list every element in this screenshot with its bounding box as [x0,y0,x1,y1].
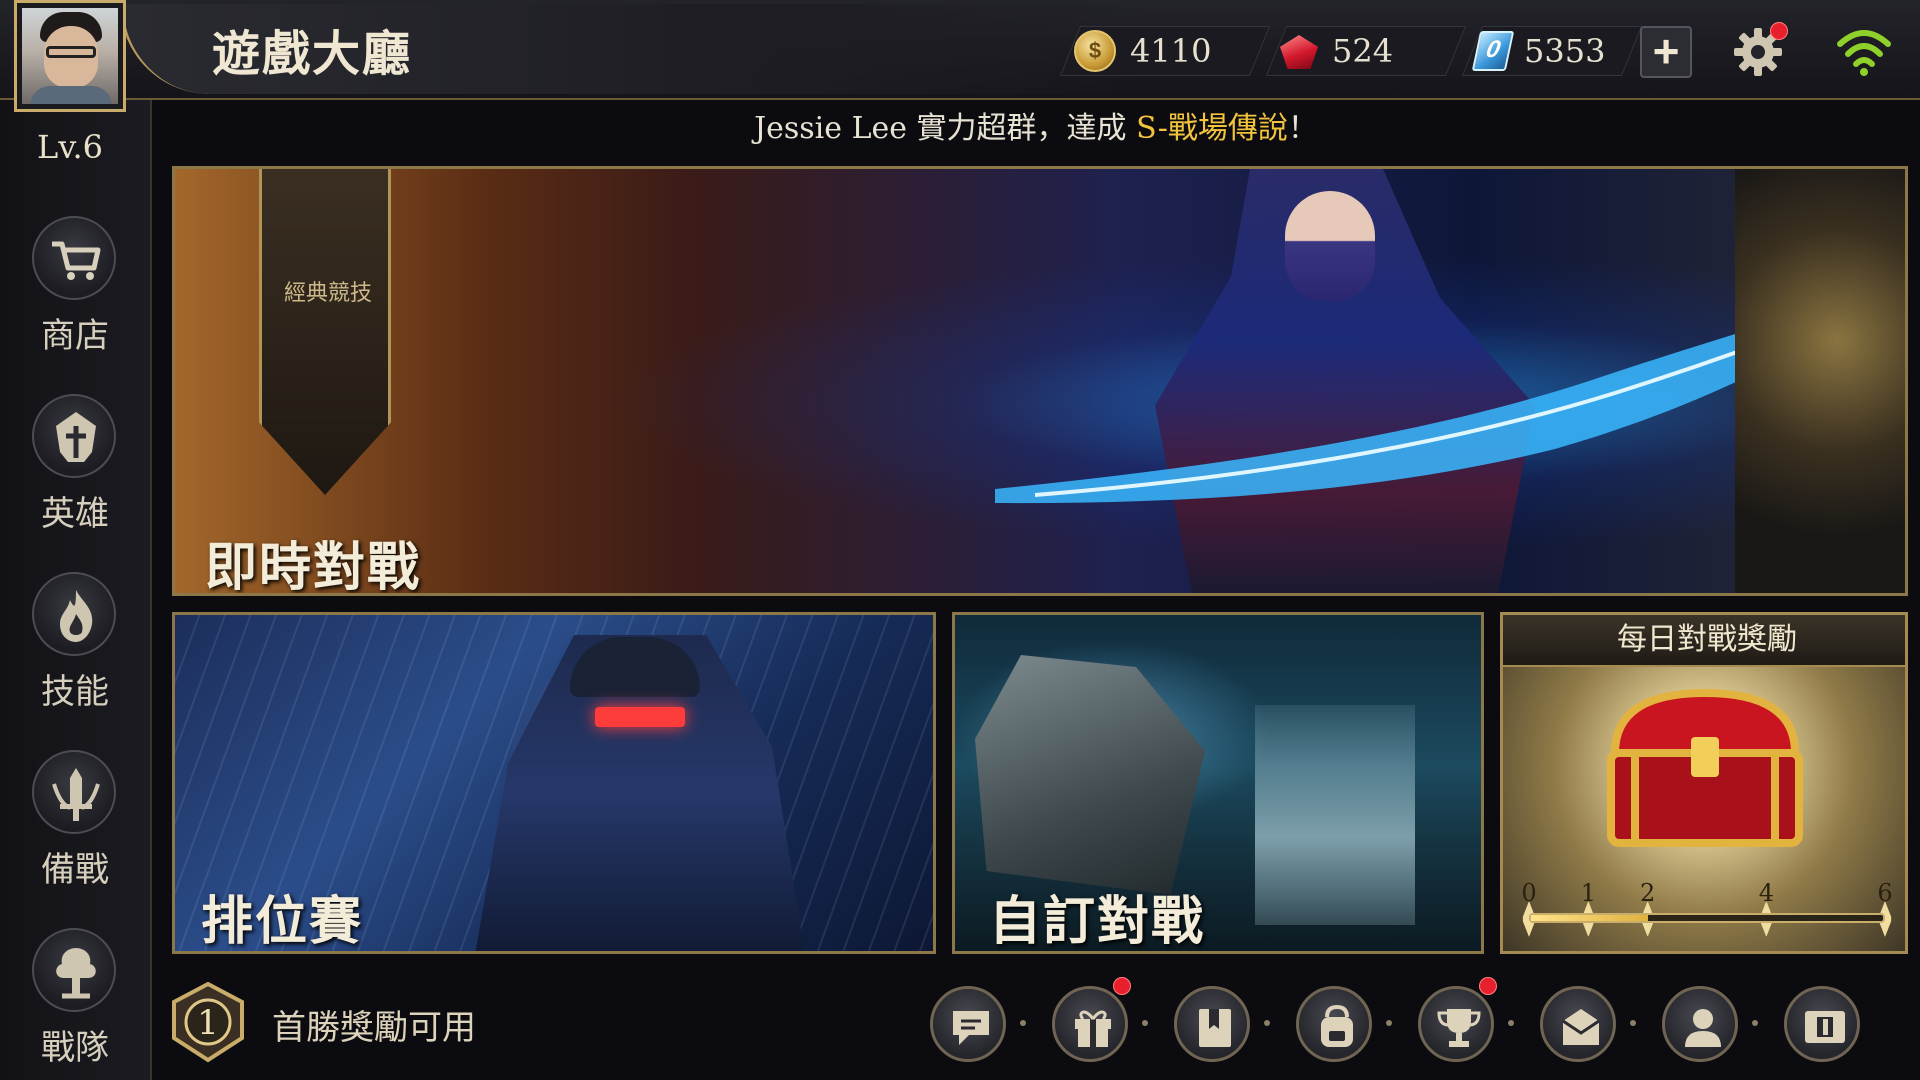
trophy-icon [1437,1009,1481,1047]
hero-art-face [1285,191,1375,301]
announcement-highlight: S-戰場傳說 [1136,111,1288,146]
avatar [22,8,118,104]
team-tree-icon [32,928,116,1012]
daily-reward-progress-fill [1531,915,1649,921]
sidebar-item-label: 戰隊 [41,1028,109,1068]
sidebar-item-team[interactable]: 戰隊 [0,928,150,1078]
custom-match-label: 自訂對戰 [989,892,1206,952]
ruby-counter: 524 [1265,26,1467,76]
gift-icon [1075,1010,1111,1047]
gold-coin-counter: $ 4110 [1059,26,1271,76]
wifi-status [1836,26,1892,78]
coin-icon: $ [1074,30,1116,72]
hero-helmet-icon [32,394,116,478]
first-win-rank-number: 1 [197,1003,219,1043]
sidebar-item-label: 備戰 [41,850,109,890]
codex-button[interactable] [1174,986,1250,1062]
backpack-icon [1321,1004,1353,1047]
sidebar-item-heroes[interactable]: 英雄 [0,394,150,544]
leaderboard-button[interactable] [1784,986,1860,1062]
first-win-badge[interactable]: 1 [166,980,250,1064]
ruby-value: 524 [1332,32,1394,70]
announcement-prefix: Jessie Lee 實力超群，達成 [754,111,1137,146]
mail-button[interactable] [1540,986,1616,1062]
sidebar-item-label: 英雄 [41,494,109,534]
sidebar-item-label: 技能 [41,672,109,712]
sidebar-item-prepare[interactable]: 備戰 [0,750,150,900]
mode-banner: 經典競技 [259,169,391,495]
friends-button[interactable] [1662,986,1738,1062]
realtime-battle-card[interactable]: 經典競技 即時對戰 [172,166,1908,596]
gift-notification-badge [1113,977,1131,995]
sidebar-item-shop[interactable]: 商店 [0,216,150,366]
treasure-chest-icon [1607,688,1803,847]
ranked-match-card[interactable]: 排位賽 [172,612,936,954]
gold-coin-value: 4110 [1130,32,1212,70]
chat-icon [953,1011,989,1045]
add-currency-button[interactable]: + [1640,26,1692,78]
daily-reward-title: 每日對戰獎勵 [1503,615,1905,667]
gift-button[interactable] [1052,977,1131,1062]
custom-match-art [975,655,1205,895]
realtime-battle-label: 即時對戰 [205,538,422,596]
book-icon [1199,1009,1231,1047]
ornament-art [1735,169,1905,593]
skill-flame-icon [32,572,116,656]
settings-button[interactable] [1730,22,1788,80]
voucher-value: 5353 [1524,32,1606,70]
player-avatar-button[interactable] [14,0,126,112]
prepare-sword-icon [32,750,116,834]
first-win-rank-icon: 1 [172,981,244,1063]
mail-icon [1562,1009,1600,1045]
shop-cart-icon [32,216,116,300]
bottom-bar: 1 首勝獎勵可用 [152,968,1920,1080]
custom-match-card[interactable]: 自訂對戰 [952,612,1484,954]
settings-notification-badge [1770,22,1788,40]
achievement-button[interactable] [1418,977,1497,1062]
chat-button[interactable] [930,986,1006,1062]
daily-reward-card[interactable]: 每日對戰獎勵 01246 [1500,612,1908,954]
wifi-icon [1837,30,1891,76]
page-title: 遊戲大廳 [212,26,413,82]
backpack-button[interactable] [1296,986,1372,1062]
ranking-icon [1805,1011,1845,1043]
mode-banner-text: 經典競技 [283,281,372,306]
first-win-text: 首勝獎勵可用 [272,1008,476,1048]
sidebar-item-skills[interactable]: 技能 [0,572,150,722]
player-level: Lv.6 [36,128,104,166]
daily-reward-progress [1529,913,1885,923]
ranked-match-label: 排位賽 [201,892,364,952]
friends-icon [1685,1009,1721,1047]
top-bar: 遊戲大廳 $ 4110 524 0 5353 + [0,0,1920,100]
achievement-notification-badge [1479,977,1497,995]
announcement-ticker: Jessie Lee 實力超群，達成 S-戰場傳說！ [152,104,1920,154]
sidebar: Lv.6 商店 英雄 技能 備戰 戰隊 [0,100,152,1080]
announcement-suffix: ！ [1287,111,1318,146]
sidebar-item-label: 商店 [41,316,109,356]
voucher-counter: 0 5353 [1461,26,1643,76]
